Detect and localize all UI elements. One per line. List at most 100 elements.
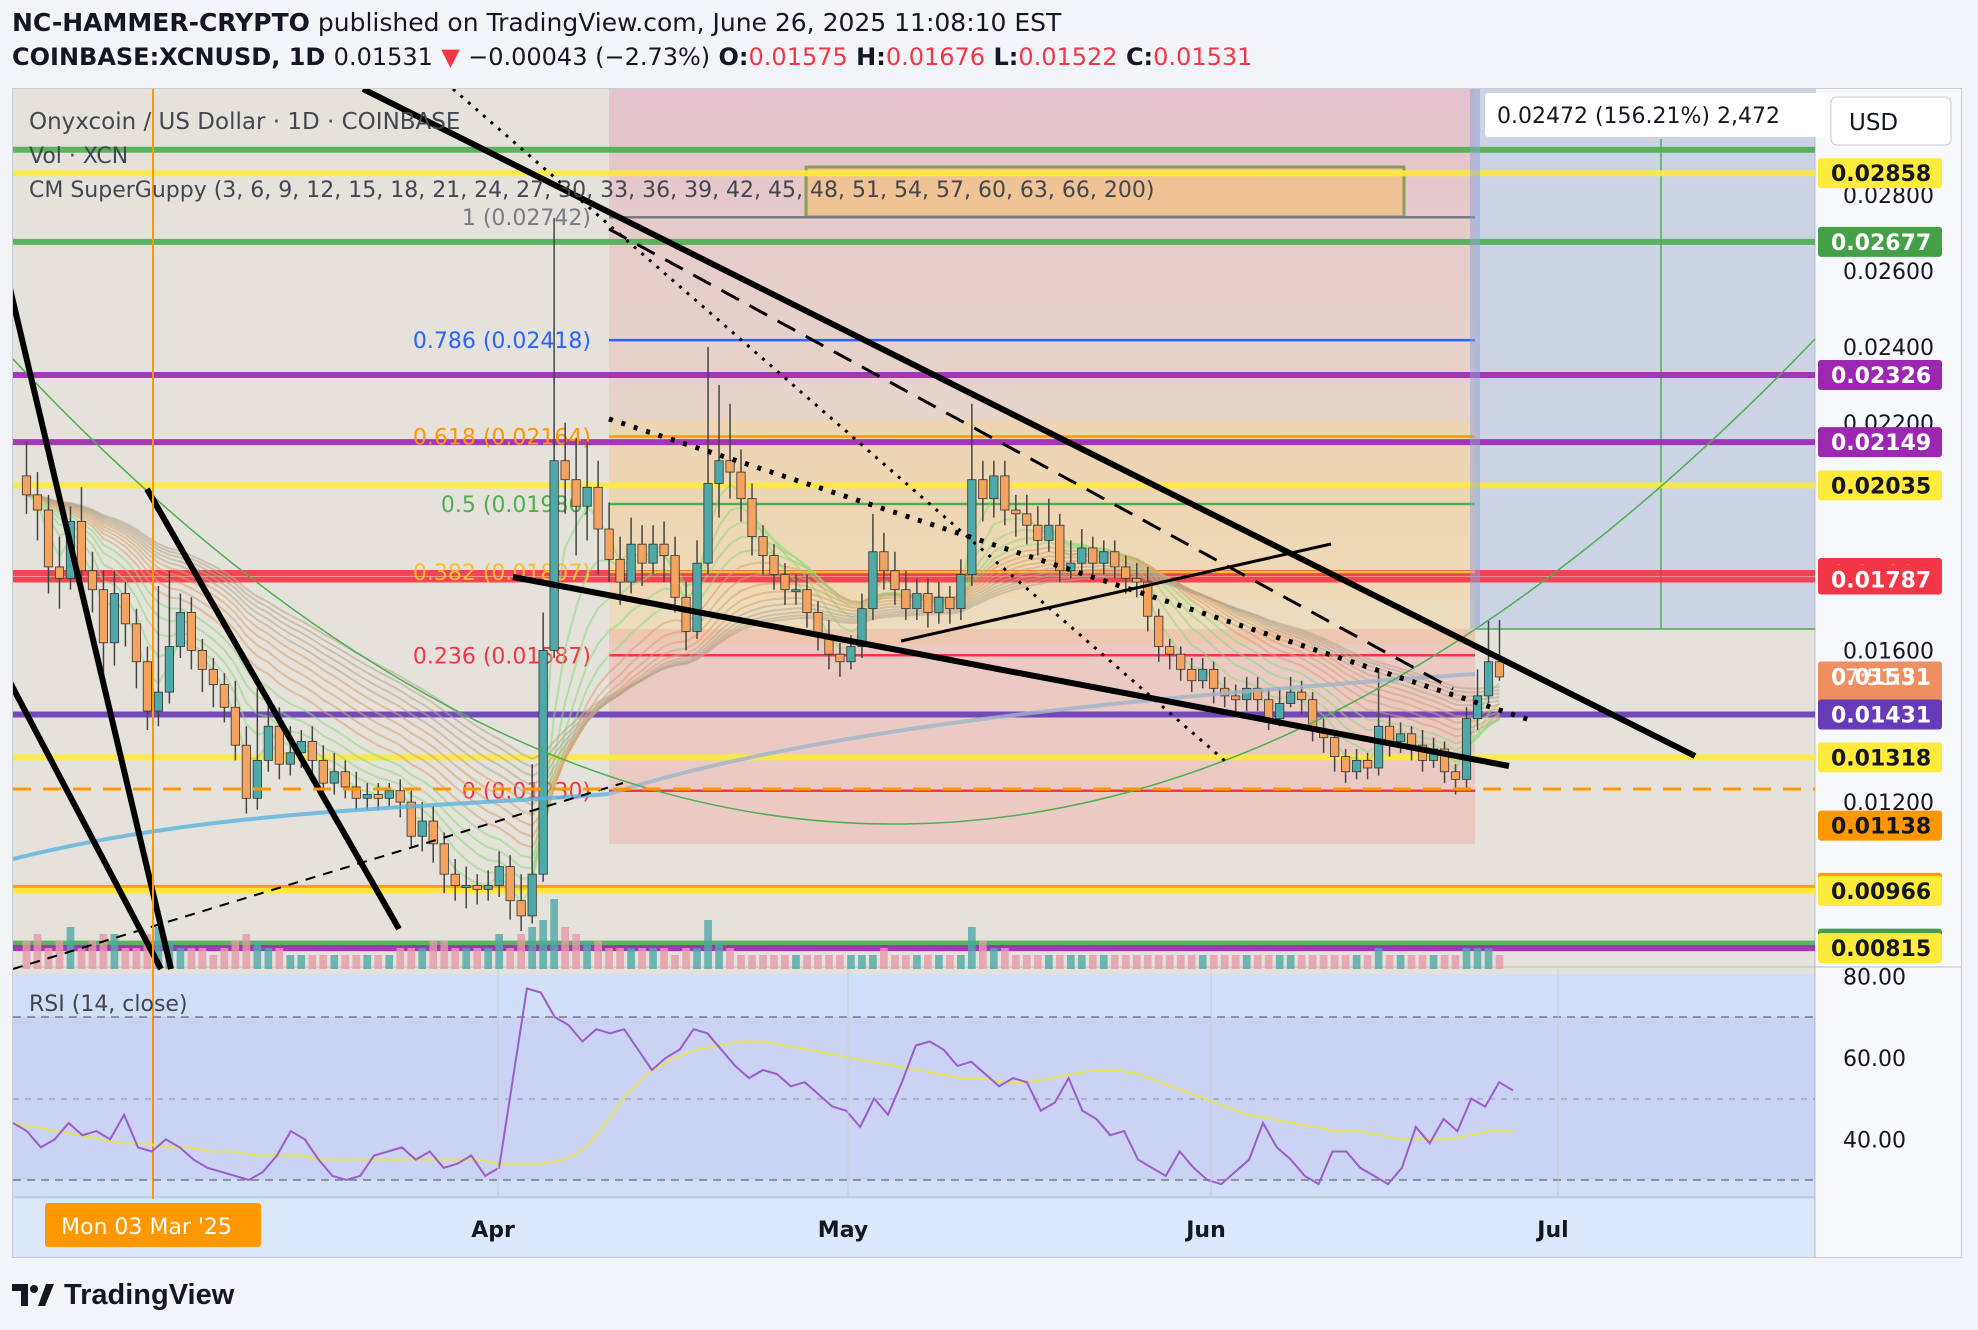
volume-bar: [121, 948, 130, 969]
volume-bar: [451, 948, 460, 969]
candle-body: [472, 885, 482, 890]
chart-svg[interactable]: 1 (0.02742) 0.786 (0.02418) 0.618 (0.02164…: [13, 89, 1962, 1258]
measure-label: 0.02472 (156.21%) 2,472: [1497, 104, 1780, 129]
volume-bar: [1011, 955, 1020, 969]
candle-body: [1088, 547, 1098, 564]
volume-bar: [1044, 955, 1053, 969]
volume-bar: [1066, 955, 1075, 969]
candle-body: [648, 543, 658, 564]
candle-body: [230, 706, 240, 746]
volume-bar: [1000, 948, 1009, 969]
volume-bar: [363, 955, 372, 969]
volume-bar: [748, 955, 756, 969]
volume-bar: [869, 955, 877, 969]
volume-bar: [671, 955, 679, 969]
symbol-label[interactable]: COINBASE:XCNUSD, 1D: [12, 43, 325, 71]
candle-body: [967, 479, 977, 575]
candle-body: [1472, 695, 1483, 720]
rsi-tick-label: 80.00: [1843, 965, 1906, 990]
legend-guppy: CM SuperGuppy (3, 6, 9, 12, 15, 18, 21, …: [29, 178, 1154, 203]
candle-body: [604, 528, 614, 560]
candle-body: [120, 593, 131, 625]
candle-body: [1264, 699, 1274, 720]
candle-body: [1165, 646, 1175, 655]
legend-rsi: RSI (14, close): [29, 992, 188, 1017]
change-value: −0.00043 (−2.73%): [468, 43, 711, 71]
candle-body: [527, 873, 537, 917]
candle-body: [1022, 513, 1032, 526]
candle-body: [901, 589, 911, 610]
volume-bar: [341, 955, 350, 969]
volume-bar: [1440, 955, 1449, 969]
candle-body: [1494, 661, 1505, 678]
time-axis-label: May: [818, 1218, 868, 1243]
volume-bar: [242, 934, 251, 969]
candle-body: [1363, 759, 1373, 769]
candle-body: [439, 843, 449, 875]
candle-body: [1341, 756, 1351, 773]
candle-body: [1374, 725, 1384, 769]
candle-body: [285, 752, 295, 765]
candle-body: [879, 551, 889, 572]
volume-bar: [33, 934, 42, 969]
volume-bar: [693, 948, 701, 969]
candle-body: [263, 725, 273, 761]
low-value: 0.01522: [1018, 43, 1118, 71]
volume-bar: [385, 955, 394, 969]
candle-body: [626, 543, 636, 583]
currency-button-label[interactable]: USD: [1849, 110, 1898, 136]
candle-body: [1275, 703, 1285, 720]
volume-bar: [1187, 955, 1196, 969]
volume-bar: [803, 955, 811, 969]
volume-bar: [506, 948, 515, 969]
price-label-text: 0.02035: [1831, 474, 1931, 499]
volume-bar: [781, 955, 789, 969]
candle-body: [395, 790, 405, 803]
candle-body: [725, 460, 735, 473]
candle-body: [934, 596, 944, 613]
volume-bar: [704, 920, 712, 969]
author-name[interactable]: NC-HAMMER-CRYPTO: [12, 8, 310, 37]
volume-bar: [660, 948, 668, 969]
tradingview-logo-icon: [12, 1281, 56, 1309]
fib-label: 0.618 (0.02164): [413, 425, 591, 450]
candle-body: [1330, 737, 1340, 757]
candle-body: [362, 794, 372, 799]
volume-bar: [759, 955, 767, 969]
candle-body: [153, 691, 163, 712]
volume-bar: [924, 955, 932, 969]
volume-bar: [594, 941, 602, 969]
volume-bar: [352, 955, 361, 969]
close-value: 0.01531: [1153, 43, 1253, 71]
volume-bar: [1495, 955, 1504, 969]
candle-body: [945, 596, 955, 610]
volume-bar: [561, 927, 569, 969]
volume-bar: [891, 955, 899, 969]
candle-body: [549, 460, 559, 651]
candle-body: [593, 486, 603, 530]
candle-body: [923, 593, 933, 613]
volume-bar: [902, 955, 910, 969]
candle-body: [956, 574, 966, 610]
candle-body: [780, 574, 790, 591]
volume-bar: [715, 941, 723, 969]
candle-body: [329, 771, 339, 784]
legend-title: Onyxcoin / US Dollar · 1D · COINBASE: [29, 109, 460, 135]
volume-bar: [528, 927, 537, 969]
volume-bar: [66, 927, 75, 969]
volume-bar: [1253, 955, 1262, 969]
volume-bar: [473, 948, 482, 969]
candle-body: [1187, 668, 1197, 682]
volume-bar: [847, 955, 855, 969]
candle-body: [307, 741, 317, 761]
price-label-text: 0.02326: [1831, 364, 1931, 389]
chart-area[interactable]: 1 (0.02742) 0.786 (0.02418) 0.618 (0.02164…: [12, 88, 1962, 1258]
volume-bar: [858, 955, 866, 969]
down-arrow-icon: ▼: [441, 43, 460, 71]
price-label-text: 0.01318: [1831, 746, 1931, 771]
candle-body: [43, 509, 54, 568]
volume-bar: [1429, 955, 1438, 969]
candle-body: [87, 570, 98, 591]
volume-bar: [495, 934, 504, 969]
volume-bar: [979, 941, 987, 969]
